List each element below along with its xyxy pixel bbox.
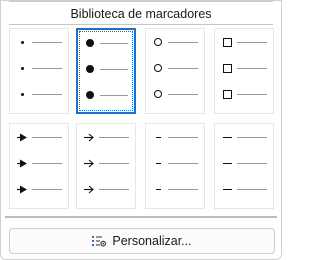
big-dot-icon — [84, 62, 96, 76]
bullet-preview-line — [16, 61, 64, 75]
preview-text-line — [100, 95, 128, 96]
preview-text-line — [32, 68, 62, 69]
arrow-icon — [83, 156, 95, 170]
preview-text-line — [32, 42, 62, 43]
long-dash-icon — [221, 156, 233, 170]
preview-text-line — [237, 137, 267, 138]
preview-text-line — [237, 163, 267, 164]
bullet-preview-line — [152, 87, 200, 101]
bullet-option-big-dot[interactable] — [76, 28, 136, 114]
preview-text-line — [32, 137, 62, 138]
bullet-option-hollow-square[interactable] — [214, 28, 274, 114]
preview-text-line — [100, 43, 128, 44]
preview-text-line — [237, 94, 267, 95]
small-dot-icon — [16, 61, 28, 75]
bullet-library-panel: Biblioteca de marcadores Personalizar... — [0, 0, 282, 260]
bullet-preview-line — [16, 87, 64, 101]
bullet-preview-line — [84, 88, 130, 102]
dash-icon — [152, 156, 164, 170]
bullet-grid — [9, 28, 275, 210]
bullet-preview-line — [16, 130, 64, 144]
bullet-option-small-dot[interactable] — [9, 28, 69, 114]
bullet-preview-line — [152, 61, 200, 75]
bullet-option-hollow-circle[interactable] — [145, 28, 205, 114]
bullet-preview-line — [221, 156, 269, 170]
bullet-preview-line — [16, 156, 64, 170]
preview-text-line — [168, 163, 198, 164]
bullet-preview-line — [221, 130, 269, 144]
preview-text-line — [168, 42, 198, 43]
bullet-preview-line — [83, 182, 131, 196]
bullet-preview-line — [221, 61, 269, 75]
preview-text-line — [99, 163, 129, 164]
bullet-preview-line — [221, 35, 269, 49]
arrowhead-icon — [16, 156, 28, 170]
long-dash-icon — [221, 130, 233, 144]
big-dot-icon — [84, 88, 96, 102]
preview-text-line — [237, 189, 267, 190]
customize-button[interactable]: Personalizar... — [9, 228, 275, 254]
bullet-preview-line — [152, 130, 200, 144]
arrowhead-icon — [16, 182, 28, 196]
bullet-option-arrowhead[interactable] — [9, 123, 69, 209]
preview-text-line — [32, 163, 62, 164]
preview-text-line — [168, 94, 198, 95]
hollow-circle-icon — [152, 35, 164, 49]
preview-text-line — [32, 189, 62, 190]
bullet-preview-line — [221, 87, 269, 101]
bullet-preview-line — [152, 35, 200, 49]
dash-icon — [152, 182, 164, 196]
hollow-circle-icon — [152, 61, 164, 75]
bullet-preview-line — [16, 35, 64, 49]
bullet-preview-line — [83, 130, 131, 144]
preview-text-line — [99, 189, 129, 190]
preview-text-line — [168, 68, 198, 69]
bullet-option-arrow[interactable] — [76, 123, 136, 209]
arrow-icon — [83, 130, 95, 144]
hollow-square-icon — [221, 61, 233, 75]
customize-list-icon — [92, 235, 107, 248]
bullet-preview-line — [152, 182, 200, 196]
preview-text-line — [32, 94, 62, 95]
preview-text-line — [168, 189, 198, 190]
small-dot-icon — [16, 87, 28, 101]
preview-text-line — [99, 137, 129, 138]
bullet-preview-line — [152, 156, 200, 170]
section-title: Biblioteca de marcadores — [70, 7, 212, 21]
preview-text-line — [237, 42, 267, 43]
customize-button-label: Personalizar... — [112, 234, 192, 248]
dash-icon — [152, 130, 164, 144]
bullet-option-long-dash[interactable] — [214, 123, 274, 209]
arrow-icon — [83, 182, 95, 196]
title-divider — [9, 24, 273, 25]
top-divider — [9, 1, 273, 3]
hollow-square-icon — [221, 35, 233, 49]
long-dash-icon — [221, 182, 233, 196]
bullet-option-dash[interactable] — [145, 123, 205, 209]
bullet-preview-line — [16, 182, 64, 196]
small-dot-icon — [16, 35, 28, 49]
bottom-divider — [5, 216, 277, 218]
bullet-preview-line — [221, 182, 269, 196]
preview-text-line — [168, 137, 198, 138]
hollow-square-icon — [221, 87, 233, 101]
preview-text-line — [100, 69, 128, 70]
hollow-circle-icon — [152, 87, 164, 101]
preview-text-line — [237, 68, 267, 69]
bullet-preview-line — [84, 62, 130, 76]
big-dot-icon — [84, 36, 96, 50]
bullet-preview-line — [84, 36, 130, 50]
arrowhead-icon — [16, 130, 28, 144]
bullet-preview-line — [83, 156, 131, 170]
